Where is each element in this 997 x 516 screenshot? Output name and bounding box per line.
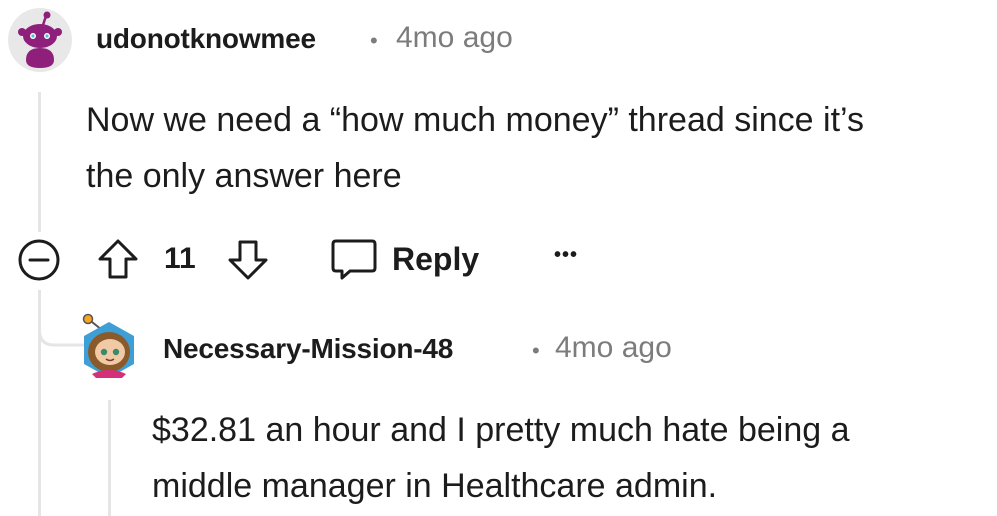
vote-count: 11	[164, 242, 196, 275]
reply-thread-line[interactable]	[108, 400, 111, 516]
comment-body-line-1: Now we need a “how much money” thread si…	[86, 101, 864, 139]
comment-thread-line[interactable]	[38, 92, 41, 232]
reply-username[interactable]: Necessary-Mission-48	[163, 333, 453, 365]
collapse-icon[interactable]	[17, 238, 61, 282]
reply-body-line-2: middle manager in Healthcare admin.	[152, 467, 718, 505]
comment-username[interactable]: udonotknowmee	[96, 23, 316, 55]
comment-body-line-2: the only answer here	[86, 157, 402, 195]
comment-timestamp: 4mo ago	[396, 21, 513, 54]
meta-separator: •	[370, 28, 378, 53]
reply-timestamp: 4mo ago	[555, 331, 672, 364]
reply-body-line-1: $32.81 an hour and I pretty much hate be…	[152, 411, 850, 449]
user-avatar-necessary-mission-48[interactable]	[78, 312, 140, 382]
upvote-icon[interactable]	[96, 237, 140, 281]
user-avatar-udonotknowmee[interactable]	[8, 8, 72, 72]
more-options-button[interactable]: •••	[554, 244, 578, 267]
meta-separator: •	[532, 338, 540, 363]
downvote-icon[interactable]	[226, 238, 270, 282]
reply-button[interactable]: Reply	[392, 241, 479, 278]
reply-icon[interactable]	[330, 236, 378, 282]
